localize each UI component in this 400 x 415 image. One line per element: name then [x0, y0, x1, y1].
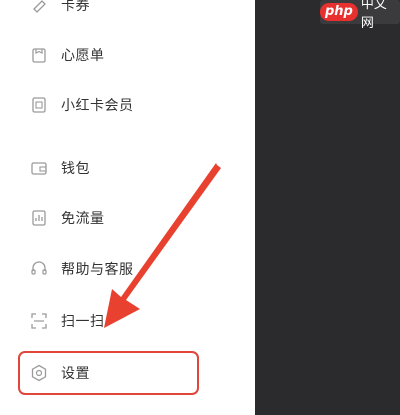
member-card-icon [30, 96, 48, 114]
headset-icon [30, 260, 48, 278]
scan-icon [30, 312, 48, 330]
watermark: php 中文网 [320, 0, 400, 31]
menu-item-wallet[interactable]: 钱包 [30, 153, 230, 183]
watermark-text: 中文网 [360, 0, 387, 31]
menu-item-wishlist[interactable]: 心愿单 [30, 40, 230, 70]
menu-item-coupons[interactable]: 卡券 [30, 0, 230, 20]
side-menu: 卡券 心愿单 小红卡会员 钱包 免流量 帮助与客服 扫一扫 设置 [0, 0, 255, 415]
wishlist-icon [30, 46, 48, 64]
menu-item-free-data[interactable]: 免流量 [30, 203, 230, 233]
menu-item-scan[interactable]: 扫一扫 [30, 306, 230, 336]
menu-item-label: 免流量 [61, 211, 105, 227]
ticket-icon [30, 0, 48, 14]
settings-highlight-box [18, 351, 199, 395]
wallet-icon [30, 159, 48, 177]
menu-item-help-service[interactable]: 帮助与客服 [30, 254, 230, 284]
watermark-logo: php [320, 3, 358, 21]
menu-item-label: 卡券 [61, 0, 90, 14]
menu-item-label: 扫一扫 [61, 314, 105, 330]
menu-item-label: 帮助与客服 [61, 262, 134, 278]
menu-item-red-card-member[interactable]: 小红卡会员 [30, 90, 230, 120]
menu-item-label: 钱包 [61, 161, 90, 177]
main-content-overlay[interactable] [255, 0, 400, 415]
menu-item-label: 小红卡会员 [61, 98, 134, 114]
menu-item-label: 心愿单 [61, 48, 105, 64]
free-data-icon [30, 209, 48, 227]
